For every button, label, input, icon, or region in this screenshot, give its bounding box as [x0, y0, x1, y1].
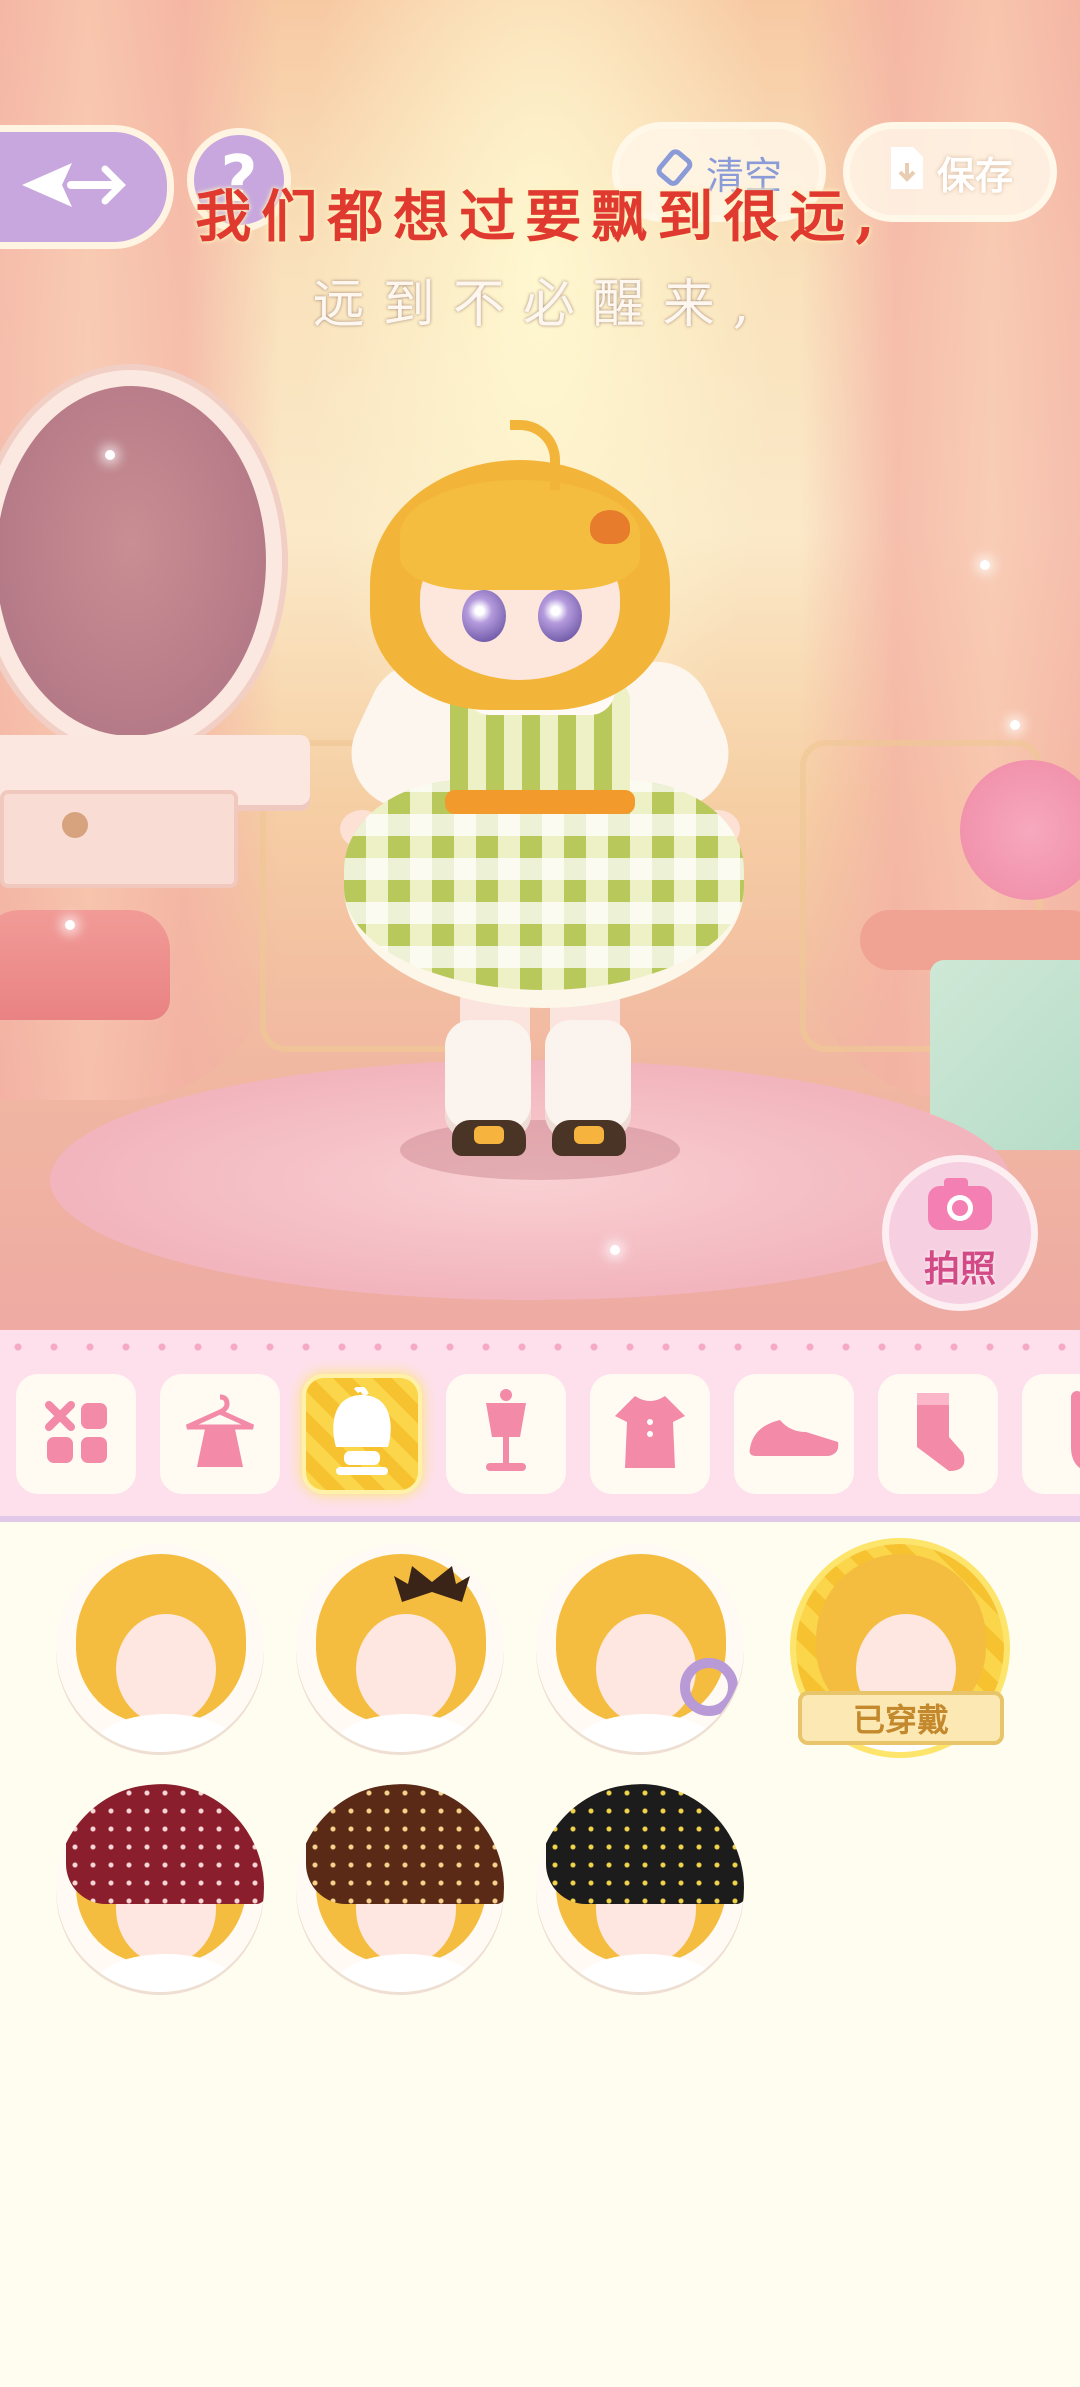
gift-box	[930, 960, 1080, 1150]
gingham-skirt	[344, 780, 744, 1008]
hair-ahoge	[510, 420, 560, 490]
shoe-right	[552, 1120, 626, 1156]
sock-icon	[903, 1387, 973, 1481]
dress-hanger-icon	[175, 1387, 265, 1481]
item-body	[96, 1714, 236, 1752]
grid-icon	[41, 1397, 111, 1471]
item-body	[336, 1954, 476, 1992]
tab-dress[interactable]	[590, 1374, 710, 1494]
eye-right	[538, 590, 582, 642]
shoe-icon	[744, 1402, 844, 1466]
lyric-line-1: 我们都想过要飘到很远,	[195, 184, 885, 250]
drawer-knob	[62, 812, 88, 838]
hair-item-red-polka-scarf[interactable]	[56, 1784, 264, 1992]
item-grid	[0, 1522, 1080, 2387]
sparkle	[65, 920, 75, 930]
hair-item-black-polka-scarf[interactable]	[536, 1784, 744, 1992]
item-body	[336, 1714, 476, 1752]
item-face	[356, 1614, 456, 1724]
dress-up-scene: ? 清空 保存 我们都想过要飘到很远, 远到不必醒来, 拍照	[0, 0, 1080, 1330]
camera-icon	[920, 1174, 1000, 1238]
tab-accessory[interactable]	[1022, 1374, 1080, 1494]
vanity-drawer	[0, 790, 238, 888]
bat-clip-icon	[392, 1562, 472, 1616]
dress-icon	[605, 1392, 695, 1476]
character-avatar[interactable]	[320, 420, 760, 1200]
tab-shoes[interactable]	[734, 1374, 854, 1494]
item-body	[96, 1954, 236, 1992]
tab-all[interactable]	[16, 1374, 136, 1494]
orange-belt	[445, 790, 635, 814]
sparkle	[1010, 720, 1020, 730]
item-scarf	[66, 1784, 264, 1904]
lyric-line-2: 远到不必醒来,	[312, 275, 768, 335]
scallop-dots	[0, 1342, 1080, 1352]
item-face	[116, 1614, 216, 1724]
hair-item-long-wavy[interactable]	[56, 1544, 264, 1752]
photo-label: 拍照	[923, 1249, 996, 1290]
worn-badge: 已穿戴	[798, 1691, 1004, 1745]
hair-item-braid-clip[interactable]	[536, 1544, 744, 1752]
category-bar	[0, 1330, 1080, 1522]
hair-item-bat-clip[interactable]	[296, 1544, 504, 1752]
eye-left	[462, 590, 506, 642]
fox-hairclip	[590, 510, 630, 544]
sparkle	[105, 450, 115, 460]
hair-item-brown-polka-scarf[interactable]	[296, 1784, 504, 1992]
tab-top[interactable]	[446, 1374, 566, 1494]
stool	[0, 910, 170, 1020]
accessory-icon	[1047, 1387, 1080, 1481]
mannequin-icon	[466, 1387, 546, 1481]
sparkle	[610, 1245, 620, 1255]
photo-button[interactable]: 拍照	[882, 1155, 1038, 1311]
item-scarf	[306, 1784, 504, 1904]
hair-icon	[322, 1385, 402, 1481]
sparkle	[980, 560, 990, 570]
character-shadow	[400, 1120, 680, 1180]
tab-socks[interactable]	[878, 1374, 998, 1494]
item-scarf	[546, 1784, 744, 1904]
item-body	[576, 1954, 716, 1992]
tab-hair[interactable]	[302, 1374, 422, 1494]
braid-ring-icon	[676, 1654, 742, 1724]
tab-outfit-set[interactable]	[160, 1374, 280, 1494]
shoe-left	[452, 1120, 526, 1156]
